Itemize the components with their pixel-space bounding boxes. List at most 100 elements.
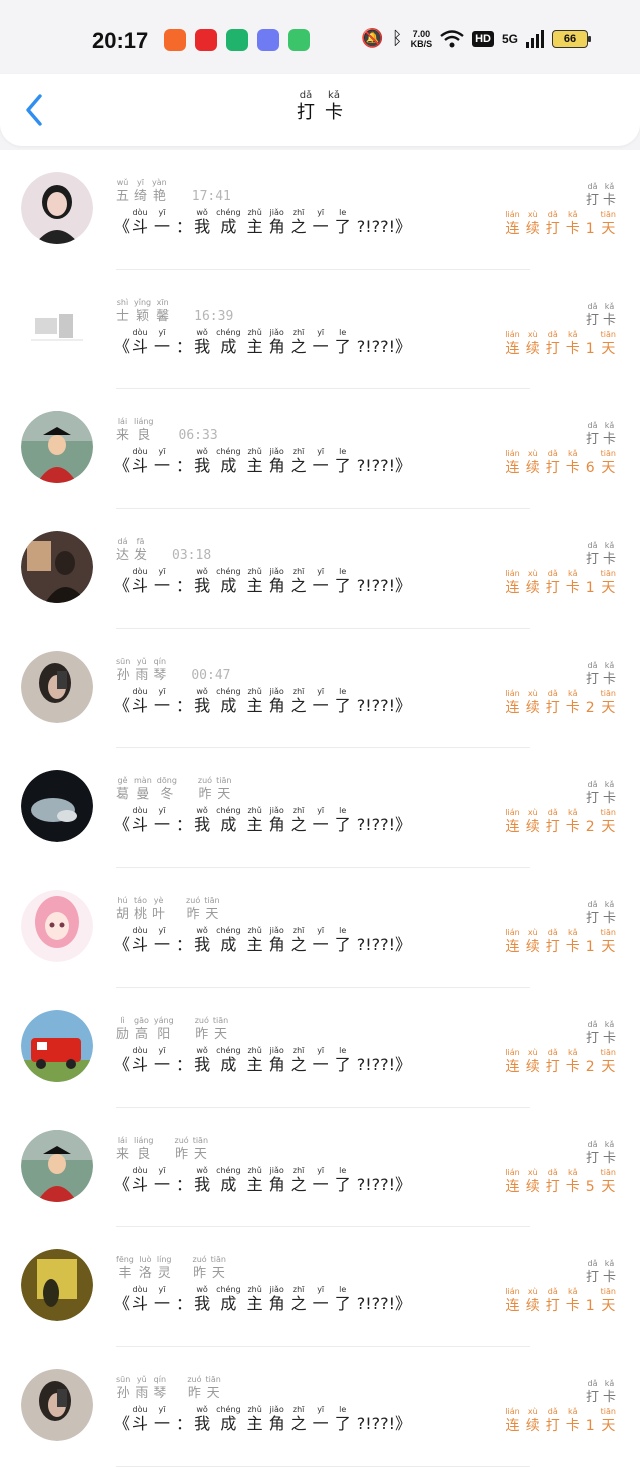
avatar[interactable]: [21, 650, 93, 723]
post-title[interactable]: 《 dòu 斗 yī 一： wǒ 我 chéng 成 zhǔ 主 jiǎo 角 zhī 之 yī 一 le 了?!?…: [114, 208, 413, 236]
hanzi: 角: [268, 935, 285, 955]
hanzi: 雨: [135, 667, 149, 683]
checkin-item[interactable]: lì 励 gāo 高 yáng 阳 zuó 昨 tiān 天《 dòu 斗 yī 一： wǒ 我 chéng 成 z…: [0, 988, 640, 1108]
checkin-item[interactable]: wǔ 五 yī 绮 yàn 艳 17:41 《 dòu 斗 yī 一 ： wǒ 我 chéng 成 zhǔ 主 jiǎ…: [0, 150, 640, 270]
pinyin: qín: [153, 656, 167, 666]
hanzi: 发: [134, 548, 148, 564]
post-title-char: jiǎo 角: [269, 1166, 285, 1194]
post-title-char: chéng 成: [216, 208, 241, 236]
avatar-image: [21, 1368, 93, 1441]
checkin-item[interactable]: lái 来 liáng 良 06:33 《 dòu 斗 yī 一： wǒ 我 chéng 成 zhǔ 主 jiǎ…: [0, 389, 640, 510]
avatar[interactable]: [21, 1249, 93, 1322]
avatar[interactable]: [21, 291, 93, 364]
post-time: zuó 昨 tiān 天: [195, 1016, 233, 1044]
avatar[interactable]: [21, 890, 93, 963]
checkin-item[interactable]: hú 胡 táo 桃 yè 叶 zuó 昨 tiān 天《 dòu 斗 yī 一： wǒ 我 chéng 成 zhǔ…: [0, 868, 640, 988]
hanzi: 天: [601, 1417, 616, 1434]
post-title-char: le 了: [335, 1046, 351, 1074]
hanzi: 昨: [187, 1385, 201, 1401]
post-time: 16:39: [194, 308, 234, 324]
avatar[interactable]: [21, 1009, 93, 1082]
post-title-char: yī 一: [313, 1166, 329, 1194]
hanzi: 一: [312, 217, 329, 236]
hanzi: 一: [312, 1413, 329, 1433]
user-name-row: lì 励 gāo 高 yáng 阳 zuó 昨 tiān 天: [116, 1016, 232, 1044]
avatar[interactable]: [21, 411, 93, 484]
avatar-image: [21, 1129, 93, 1202]
post-title[interactable]: 《 dòu 斗 yī 一： wǒ 我 chéng 成 zhǔ 主 jiǎo 角 zhī 之 yī 一 le 了?!?…: [114, 1046, 413, 1074]
post-title[interactable]: 《 dòu 斗 yī 一： wǒ 我 chéng 成 zhǔ 主 jiǎo 角 zhī 之 yī 一 le 了?!?…: [114, 806, 413, 834]
checkin-item[interactable]: fēng 丰 luò 洛 líng 灵 zuó 昨 tiān 天《 dòu 斗 yī 一： wǒ 我 chéng…: [0, 1227, 640, 1347]
checkin-item[interactable]: gě 葛 màn 曼 dōng 冬 zuó 昨 tiān 天《 dòu 斗 yī 一： wǒ 我 chéng 成 z…: [0, 748, 640, 869]
streak-char: xù 续: [526, 928, 540, 956]
post-title-char: zhǔ 主: [247, 447, 263, 475]
post-title-char: zhī 之: [291, 1046, 307, 1074]
hanzi: 打: [585, 671, 599, 687]
checkin-item[interactable]: shì 士 yǐng 颖 xīn 馨 16:39 《 dòu 斗 yī 一： wǒ 我 chéng 成 zhǔ 主…: [0, 270, 640, 390]
post-title[interactable]: 《 dòu 斗 yī 一： wǒ 我 chéng 成 zhǔ 主 jiǎo 角 zhī 之 yī 一 le 了?!?…: [114, 1285, 413, 1313]
avatar[interactable]: [21, 172, 93, 244]
streak-char: xù 续: [526, 210, 540, 238]
post-title-char: zhǔ 主: [247, 926, 263, 954]
streak-char: lián 连: [505, 1407, 519, 1435]
user-name-char: lái 来: [116, 1136, 129, 1164]
pinyin: lián: [505, 569, 520, 579]
pinyin: yǔ: [136, 1374, 147, 1384]
user-name-char: qín 琴: [153, 1375, 166, 1403]
hanzi: 一: [154, 935, 171, 955]
post-title[interactable]: 《 dòu 斗 yī 一： wǒ 我 chéng 成 zhǔ 主 jiǎo 角 zhī 之 yī 一 le 了?!?…: [114, 567, 413, 595]
post-title[interactable]: 《 dòu 斗 yī 一： wǒ 我 chéng 成 zhǔ 主 jiǎo 角 zhī 之 yī 一 le 了?!?…: [114, 1166, 413, 1194]
hanzi: 天: [601, 580, 616, 597]
pinyin: tiān: [600, 569, 616, 579]
checkin-item[interactable]: sūn 孙 yǔ 雨 qín 琴 zuó 昨 tiān 天《 dòu 斗 yī 一： wǒ 我 chéng 成 zh…: [0, 1347, 640, 1467]
streak-char: tiān 天: [601, 1168, 616, 1196]
avatar-image: [21, 770, 93, 843]
hanzi: 了: [334, 695, 351, 715]
pinyin: kǎ: [604, 1259, 615, 1269]
checkin-item[interactable]: sūn 孙 yǔ 雨 qín 琴 00:47 《 dòu 斗 yī 一 ： wǒ 我 chéng 成 zhǔ 主 ji…: [0, 629, 640, 749]
avatar[interactable]: [21, 531, 93, 604]
pinyin: lián: [505, 928, 520, 938]
pinyin: gě: [117, 776, 128, 786]
hanzi: 斗: [132, 695, 149, 715]
streak-char: dǎ 打: [546, 1168, 560, 1196]
checkin-label-char: dǎ 打: [586, 302, 599, 330]
pinyin: dǎ: [547, 569, 558, 579]
app-icon-store: [288, 29, 310, 51]
hanzi: 角: [268, 1174, 285, 1194]
hanzi: 主: [246, 935, 263, 955]
streak-char: kǎ 卡: [566, 330, 580, 358]
post-title[interactable]: 《 dòu 斗 yī 一： wǒ 我 chéng 成 zhǔ 主 jiǎo 角 zhī 之 yī 一 le 了?!?…: [114, 328, 413, 356]
post-title-char: dòu 斗: [132, 1405, 148, 1433]
hanzi: 我: [194, 935, 211, 955]
post-title[interactable]: 《 dòu 斗 yī 一： wǒ 我 chéng 成 zhǔ 主 jiǎo 角 zhī 之 yī 一 le 了?!?…: [114, 926, 413, 954]
avatar[interactable]: [21, 1368, 93, 1441]
avatar[interactable]: [21, 770, 93, 843]
punctuation: ?!??!》: [356, 1294, 412, 1314]
streak-char: lián 连: [505, 449, 519, 477]
title-char: kǎ 卡: [325, 90, 343, 124]
hanzi: 成: [220, 1413, 237, 1433]
user-name-char: liáng 良: [134, 417, 154, 445]
post-title-char: le 了: [335, 1405, 351, 1433]
hanzi: 成: [220, 336, 237, 356]
avatar[interactable]: [21, 1129, 93, 1202]
pinyin: táo: [134, 896, 147, 906]
post-title-char: yī 一: [154, 926, 170, 954]
post-title-char: le 了: [335, 208, 351, 236]
streak-char: dǎ 打: [546, 330, 560, 358]
hanzi: 卡: [565, 1178, 580, 1195]
hanzi: 一: [154, 1294, 171, 1314]
post-title[interactable]: 《 dòu 斗 yī 一： wǒ 我 chéng 成 zhǔ 主 jiǎo 角 zhī 之 yī 一 le 了?!?…: [114, 1405, 413, 1433]
post-title[interactable]: 《 dòu 斗 yī 一： wǒ 我 chéng 成 zhǔ 主 jiǎo 角 zhī 之 yī 一 le 了?!?…: [114, 687, 413, 715]
post-title[interactable]: 《 dòu 斗 yī 一： wǒ 我 chéng 成 zhǔ 主 jiǎo 角 zhī 之 yī 一 le 了?!?…: [114, 447, 413, 475]
checkin-item[interactable]: lái 来 liáng 良 zuó 昨 tiān 天《 dòu 斗 yī 一： wǒ 我 chéng 成 zhǔ…: [0, 1108, 640, 1228]
hanzi: 成: [220, 1174, 237, 1194]
hanzi: 卡: [565, 819, 580, 836]
post-title-char: dòu 斗: [132, 926, 148, 954]
checkin-label-char: kǎ 卡: [603, 1379, 616, 1407]
pinyin: kǎ: [604, 541, 615, 551]
checkin-item[interactable]: dá 达 fā 发 03:18 《 dòu 斗 yī 一 ： wǒ 我 chéng 成 zhǔ 主 jiǎo 角 zh…: [0, 509, 640, 629]
streak-char: tiān 天: [601, 928, 616, 956]
hanzi: 卡: [565, 340, 580, 357]
